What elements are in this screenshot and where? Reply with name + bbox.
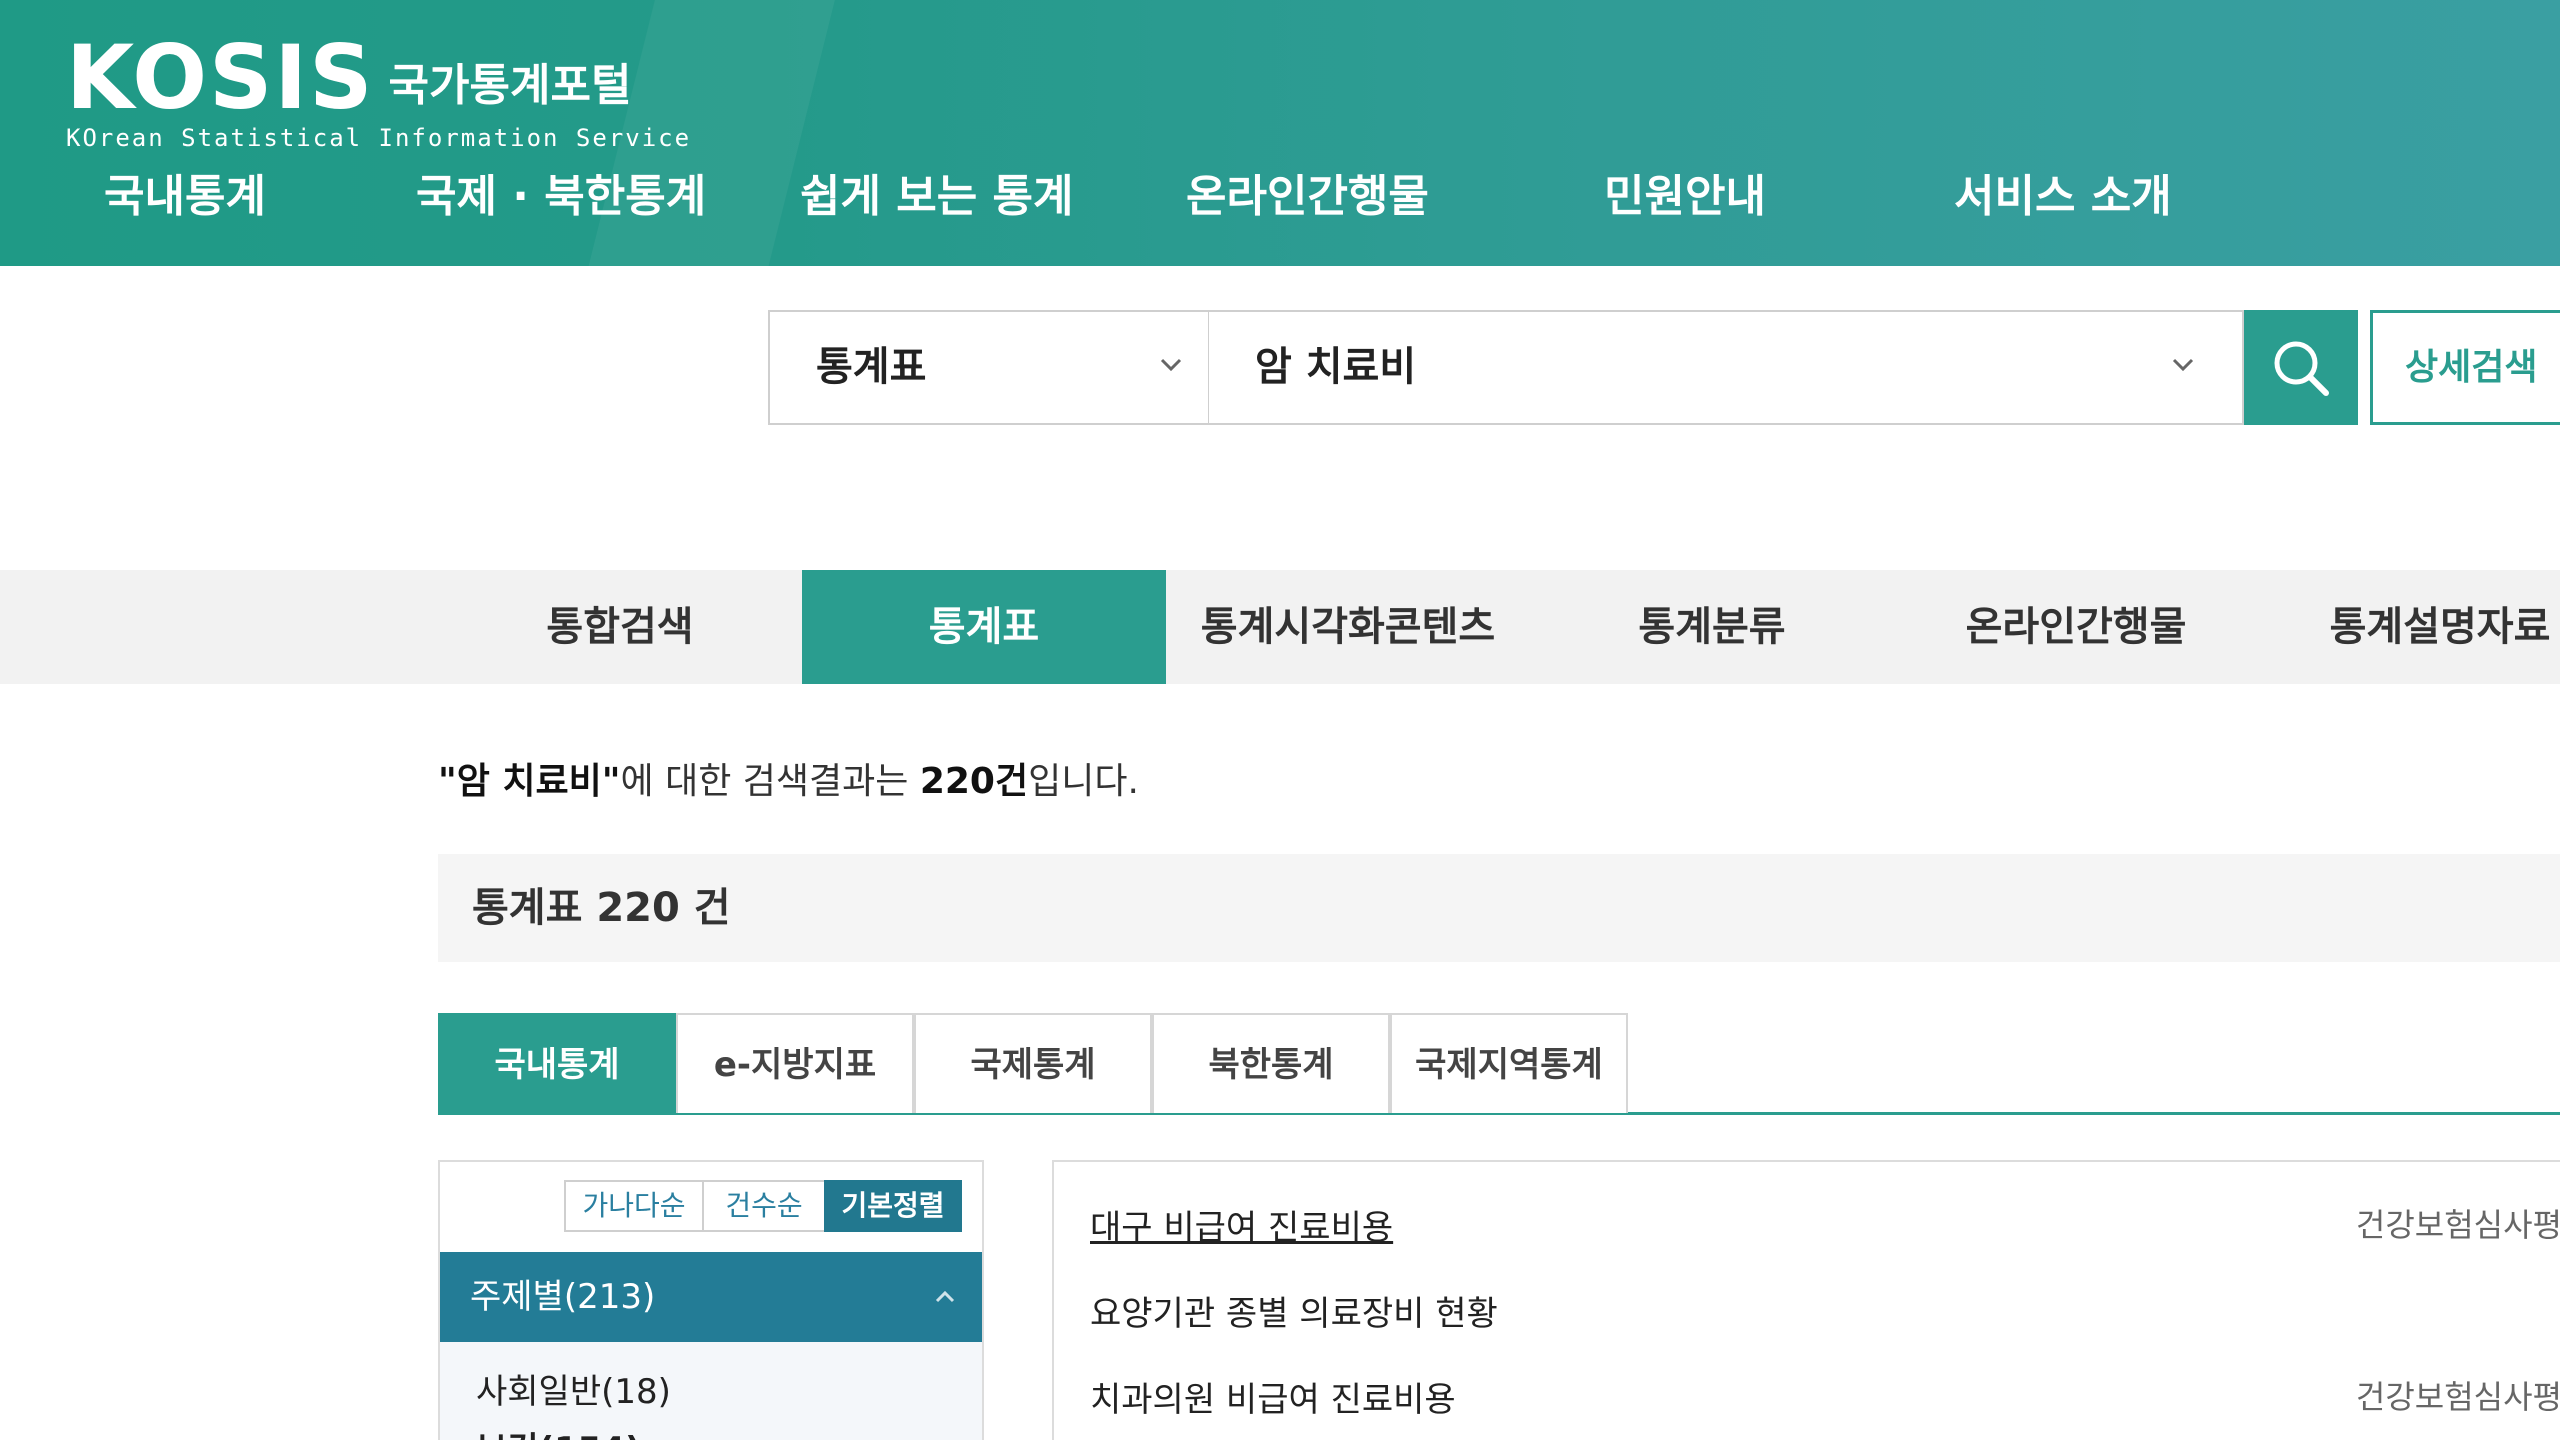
search-input[interactable]: 암 치료비 <box>1208 310 2244 425</box>
result-organization: 건강보험심사평 <box>2355 1378 2560 1416</box>
logo-brand-kr: 국가통계포털 <box>388 60 632 111</box>
subtab-e-local-index[interactable]: e-지방지표 <box>676 1013 914 1113</box>
tab-stat-description[interactable]: 통계설명자료 <box>2258 570 2560 684</box>
search-query-value: 암 치료비 <box>1255 344 1417 390</box>
advanced-search-button[interactable]: 상세검색 <box>2370 310 2560 425</box>
chevron-up-icon <box>935 1290 955 1303</box>
tab-stat-classification[interactable]: 통계분류 <box>1530 570 1894 684</box>
summary-mid: 에 대한 검색결과는 <box>620 761 920 802</box>
result-summary: "암 치료비"에 대한 검색결과는 220건입니다. <box>438 752 1139 804</box>
result-title-link[interactable]: 요양기관 종별 의료장비 현황 <box>1090 1286 1498 1335</box>
tab-stat-table[interactable]: 통계표 <box>802 570 1166 684</box>
chevron-down-icon <box>1160 358 1182 372</box>
subtab-international[interactable]: 국제통계 <box>914 1013 1152 1113</box>
summary-query: "암 치료비" <box>438 761 621 802</box>
subtab-domestic[interactable]: 국내통계 <box>438 1013 676 1113</box>
summary-tail: 입니다. <box>1028 761 1139 802</box>
chevron-down-icon[interactable] <box>2168 350 2198 380</box>
nav-domestic-stats[interactable]: 국내통계 <box>104 160 266 224</box>
category-item[interactable]: 사회일반(18) <box>476 1364 671 1413</box>
list-item: 요양기관 종별 의료장비 현황 <box>1090 1286 2560 1346</box>
filter-panel: 가나다순 건수순 기본정렬 주제별(213) 사회일반(18) 보건(154) <box>438 1160 984 1440</box>
result-list: 대구 비급여 진료비용 건강보험심사평 요양기관 종별 의료장비 현황 치과의원… <box>1052 1160 2560 1440</box>
search-icon <box>2274 341 2329 396</box>
sort-default-button[interactable]: 기본정렬 <box>824 1180 962 1232</box>
logo-subtitle: KOrean Statistical Information Service <box>66 124 692 152</box>
result-title-link[interactable]: 대구 비급여 진료비용 <box>1090 1200 1393 1249</box>
search-button[interactable] <box>2244 310 2358 425</box>
nav-intl-nk-stats[interactable]: 국제 · 북한통계 <box>416 160 706 224</box>
category-item[interactable]: 보건(154) <box>476 1422 641 1440</box>
list-item: 치과의원 비급여 진료비용 건강보험심사평 <box>1090 1372 2560 1432</box>
result-organization: 건강보험심사평 <box>2355 1206 2560 1244</box>
category-list: 사회일반(18) 보건(154) <box>440 1342 982 1440</box>
subtab-north-korea[interactable]: 북한통계 <box>1152 1013 1390 1113</box>
list-item: 대구 비급여 진료비용 건강보험심사평 <box>1090 1200 2560 1260</box>
result-count-bar: 통계표 220 건 <box>438 854 2560 962</box>
logo-brand: KOSIS <box>66 26 375 129</box>
nav-civil-service[interactable]: 민원안내 <box>1604 160 1766 224</box>
search-category-value: 통계표 <box>816 344 927 390</box>
nav-online-publications[interactable]: 온라인간행물 <box>1186 160 1429 224</box>
summary-count: 220건 <box>919 761 1029 802</box>
category-header-label: 주제별(213) <box>470 1277 656 1317</box>
tab-visual-contents[interactable]: 통계시각화콘텐츠 <box>1166 570 1530 684</box>
category-header-by-topic[interactable]: 주제별(213) <box>440 1252 982 1342</box>
search-category-select[interactable]: 통계표 <box>768 310 1210 425</box>
nav-easy-stats[interactable]: 쉽게 보는 통계 <box>800 160 1074 224</box>
sort-alphabetical-button[interactable]: 가나다순 <box>564 1180 704 1232</box>
site-header: KOSIS 국가통계포털 KOrean Statistical Informati… <box>0 0 2560 266</box>
kosis-logo[interactable]: KOSIS 국가통계포털 KOrean Statistical Informati… <box>66 26 692 153</box>
nav-service-intro[interactable]: 서비스 소개 <box>1954 160 2172 224</box>
subtab-intl-regional[interactable]: 국제지역통계 <box>1390 1013 1628 1113</box>
tab-integrated-search[interactable]: 통합검색 <box>438 570 802 684</box>
section-tabs: 통합검색 통계표 통계시각화콘텐츠 통계분류 온라인간행물 통계설명자료 <box>0 570 2560 684</box>
sub-tabs: 국내통계 e-지방지표 국제통계 북한통계 국제지역통계 <box>438 1013 2560 1115</box>
result-title-link[interactable]: 치과의원 비급여 진료비용 <box>1090 1372 1456 1421</box>
main-navigation: 국내통계 국제 · 북한통계 쉽게 보는 통계 온라인간행물 민원안내 서비스 … <box>0 160 2560 230</box>
tab-online-publications[interactable]: 온라인간행물 <box>1894 570 2258 684</box>
sort-count-button[interactable]: 건수순 <box>702 1180 826 1232</box>
